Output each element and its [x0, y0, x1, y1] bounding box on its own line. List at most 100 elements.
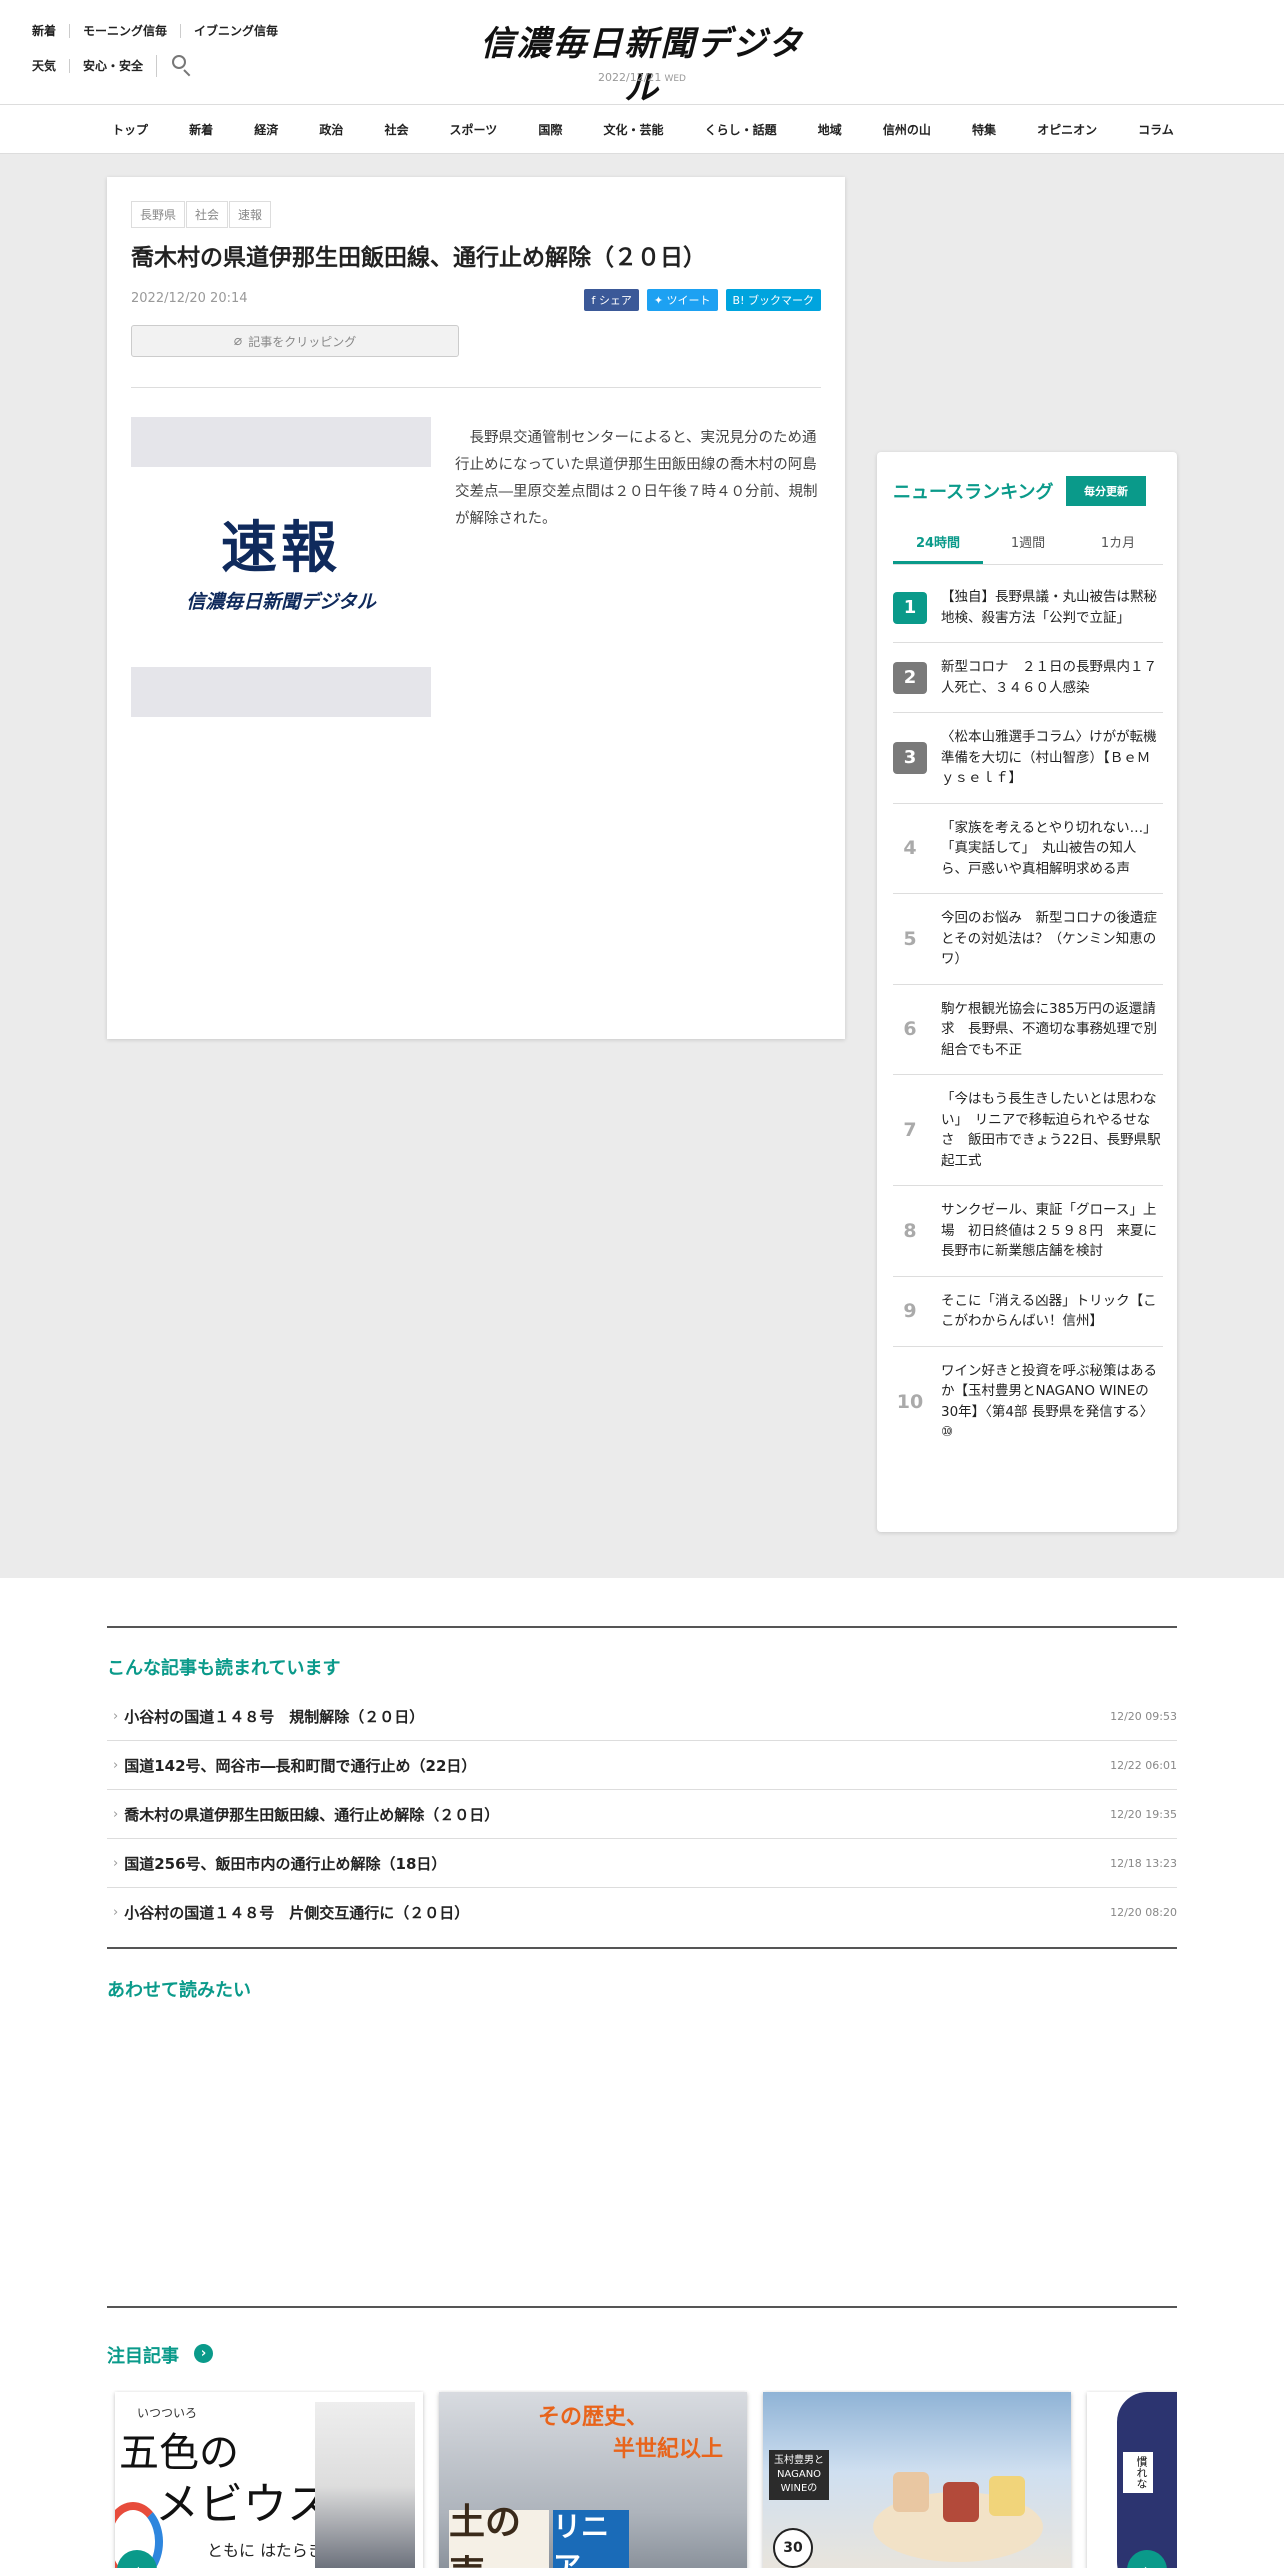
clip-article-button[interactable]: ⌀ 記事をクリッピング	[131, 325, 459, 357]
rank-number: 7	[903, 1119, 917, 1141]
article-body: 長野県交通管制センターによると、実況見分のため通行止めになっていた県道伊那生田飯…	[455, 430, 818, 527]
related-article-title: 小谷村の国道１４８号 規制解除（２０日）	[124, 1707, 425, 1726]
related-article-item[interactable]: › 小谷村の国道１４８号 規制解除（２０日） 12/20 09:53	[107, 1692, 1177, 1741]
nav-item-mountains[interactable]: 信州の山	[883, 121, 931, 138]
chevron-right-icon: ›	[113, 1905, 119, 1920]
site-logo[interactable]: 信濃毎日新聞デジタル	[466, 22, 818, 110]
nav-item-economy[interactable]: 経済	[254, 121, 278, 138]
attention-card[interactable]: その歴史、 半世紀以上 土の声 リニア	[439, 2392, 747, 2568]
rank-title: 〈松本山雅選手コラム〉けがが転機 準備を大切に（村山智彦）【ＢｅＭｙｓｅｌｆ】	[941, 729, 1171, 786]
share-buttons: f シェア ✦ ツイート B! ブックマーク	[576, 289, 821, 311]
related-article-item[interactable]: › 国道256号、飯田市内の通行止め解除（18日） 12/18 13:23	[107, 1839, 1177, 1888]
attention-card[interactable]: 慣れな	[1087, 2392, 1177, 2568]
ranking-item[interactable]: 8 サンクゼール、東証「グロース」上場 初日終値は２５９８円 来夏に長野市に新業態…	[893, 1186, 1163, 1277]
attention-card[interactable]: いつついろ 五色の メビウス ともに はたらき	[115, 2392, 423, 2568]
ranking-item[interactable]: 10 ワイン好きと投資を呼ぶ秘策はあるか【玉村豊男とNAGANO WINEの30年…	[893, 1347, 1163, 1457]
ranking-item[interactable]: 7 「今はもう長生きしたいとは思わない」 リニアで移転迫られやるせなさ 飯田市でき…	[893, 1075, 1163, 1186]
nav-item-sports[interactable]: スポーツ	[450, 121, 498, 138]
read-together-title: あわせて読みたい	[107, 1980, 251, 2001]
nav-item-life[interactable]: くらし・話題	[705, 121, 777, 138]
twitter-share-button[interactable]: ✦ ツイート	[646, 289, 718, 311]
rank-number: 2	[893, 661, 927, 694]
ranking-title: ニュースランキング	[893, 482, 1054, 503]
rank-number: 9	[903, 1300, 917, 1322]
utility-links-top: 新着 モーニング信毎 イブニング信毎	[32, 24, 291, 38]
thumb-band-top	[131, 417, 431, 467]
article-divider	[131, 387, 821, 388]
card-heading: メビウス	[155, 2479, 331, 2530]
card-heading: 五色の	[119, 2430, 239, 2476]
related-article-item[interactable]: › 小谷村の国道１４８号 片側交互通行に（２０日） 12/20 08:20	[107, 1888, 1177, 1937]
related-article-item[interactable]: › 喬木村の県道伊那生田飯田線、通行止め解除（２０日） 12/20 19:35	[107, 1790, 1177, 1839]
util-link-new[interactable]: 新着	[32, 24, 69, 38]
global-nav: トップ 新着 経済 政治 社会 スポーツ 国際 文化・芸能 くらし・話題 地域 …	[0, 104, 1284, 154]
tag-society[interactable]: 社会	[186, 201, 229, 228]
ranking-item[interactable]: 2 新型コロナ ２１日の長野県内１７人死亡、３４６０人感染	[893, 643, 1163, 713]
util-link-safety[interactable]: 安心・安全	[69, 59, 156, 73]
nav-item-politics[interactable]: 政治	[319, 121, 343, 138]
rank-number: 5	[903, 927, 917, 950]
nav-item-region[interactable]: 地域	[818, 121, 842, 138]
twitter-share-label: ツイート	[666, 294, 711, 307]
related-article-title: 小谷村の国道１４８号 片側交互通行に（２０日）	[124, 1904, 470, 1922]
related-article-time: 12/20 19:35	[1110, 1807, 1177, 1821]
ranking-item[interactable]: 4 「家族を考えるとやり切れない…」「真実話して」 丸山被告の知人ら、戸惑いや真相…	[893, 804, 1163, 894]
card-photo	[315, 2402, 415, 2568]
rank-title: 駒ケ根観光協会に385万円の返還請求 長野県、不適切な事務処理で別組合でも不正	[941, 1000, 1157, 1058]
published-time: 2022/12/20 20:14	[131, 291, 248, 306]
util-link-morning[interactable]: モーニング信毎	[69, 24, 180, 38]
related-article-item[interactable]: › 国道142号、岡谷市―長和町間で通行止め（22日） 12/22 06:01	[107, 1741, 1177, 1790]
rank-title: 【独自】長野県議・丸山被告は黙秘 地検、殺害方法「公判で立証」	[941, 589, 1171, 626]
date-text: 2022/12/21	[598, 71, 662, 84]
section-divider	[107, 1626, 1177, 1628]
search-button[interactable]	[156, 55, 207, 77]
rank-title: 「今はもう長生きしたいとは思わない」 リニアで移転迫られやるせなさ 飯田市できょ…	[941, 1091, 1161, 1169]
ranking-list: 1 【独自】長野県議・丸山被告は黙秘 地検、殺害方法「公判で立証」 2 新型コロナ …	[893, 573, 1171, 1457]
nav-item-opinion[interactable]: オピニオン	[1037, 121, 1097, 138]
nav-item-column[interactable]: コラム	[1138, 121, 1174, 138]
rank-title: ワイン好きと投資を呼ぶ秘策はあるか【玉村豊男とNAGANO WINEの30年】〈…	[941, 1362, 1157, 1441]
nav-item-society[interactable]: 社会	[384, 121, 408, 138]
ranking-item[interactable]: 3 〈松本山雅選手コラム〉けがが転機 準備を大切に（村山智彦）【ＢｅＭｙｓｅｌｆ】	[893, 713, 1171, 804]
article-card: 長野県 社会 速報 喬木村の県道伊那生田飯田線、通行止め解除（２０日） 2022…	[107, 177, 845, 1039]
nav-item-top[interactable]: トップ	[112, 121, 148, 138]
util-link-evening[interactable]: イブニング信毎	[180, 24, 291, 38]
ranking-item[interactable]: 1 【独自】長野県議・丸山被告は黙秘 地検、殺害方法「公判で立証」	[893, 573, 1171, 643]
ranking-item[interactable]: 9 そこに「消える凶器」トリック【ここがわからんばい！信州】	[893, 1277, 1163, 1347]
tag-nagano[interactable]: 長野県	[131, 201, 186, 228]
related-article-time: 12/18 13:23	[1110, 1856, 1177, 1870]
tab-24h[interactable]: 24時間	[893, 532, 983, 564]
attention-card[interactable]: 玉村豊男とNAGANO WINEの 30	[763, 2392, 1071, 2568]
ranking-update-badge: 毎分更新	[1066, 476, 1146, 506]
nav-item-features[interactable]: 特集	[972, 121, 996, 138]
related-article-title: 国道142号、岡谷市―長和町間で通行止め（22日）	[124, 1756, 477, 1775]
nav-item-new[interactable]: 新着	[189, 121, 213, 138]
nav-list: トップ 新着 経済 政治 社会 スポーツ 国際 文化・芸能 くらし・話題 地域 …	[112, 105, 1174, 153]
rank-number: 3	[893, 741, 927, 774]
tab-1week[interactable]: 1週間	[983, 532, 1073, 564]
utility-links-bottom: 天気 安心・安全	[32, 55, 207, 77]
facebook-share-button[interactable]: f シェア	[584, 289, 639, 311]
chevron-right-icon: ›	[113, 1757, 119, 1773]
rank-number: 8	[903, 1219, 917, 1242]
card-label: リニア	[553, 2510, 629, 2568]
related-article-time: 12/22 06:01	[1110, 1758, 1177, 1772]
tab-1month[interactable]: 1カ月	[1073, 532, 1163, 564]
util-link-weather[interactable]: 天気	[32, 59, 69, 73]
attention-title: 注目記事	[107, 2346, 179, 2367]
related-articles-list: › 小谷村の国道１４８号 規制解除（２０日） 12/20 09:53 › 国道142号…	[107, 1692, 1177, 1937]
chevron-right-circle-icon[interactable]: ›	[194, 2344, 213, 2363]
facebook-icon: f	[591, 294, 599, 307]
paperclip-icon: ⌀	[233, 333, 243, 349]
chevron-right-icon: ›	[1143, 2560, 1150, 2568]
nav-item-culture[interactable]: 文化・芸能	[604, 121, 664, 138]
hatena-icon: B!	[732, 294, 748, 307]
hatena-bookmark-button[interactable]: B! ブックマーク	[725, 289, 821, 311]
tag-breaking[interactable]: 速報	[229, 201, 272, 228]
nav-item-world[interactable]: 国際	[538, 121, 562, 138]
rank-number: 6	[903, 1018, 917, 1041]
ranking-item[interactable]: 5 今回のお悩み 新型コロナの後遺症とその対処法は？（ケンミン知恵のワ）	[893, 894, 1163, 985]
ranking-item[interactable]: 6 駒ケ根観光協会に385万円の返還請求 長野県、不適切な事務処理で別組合でも不正	[893, 985, 1163, 1075]
chevron-right-icon: ›	[113, 1855, 119, 1871]
day-of-week: WED	[664, 74, 686, 84]
